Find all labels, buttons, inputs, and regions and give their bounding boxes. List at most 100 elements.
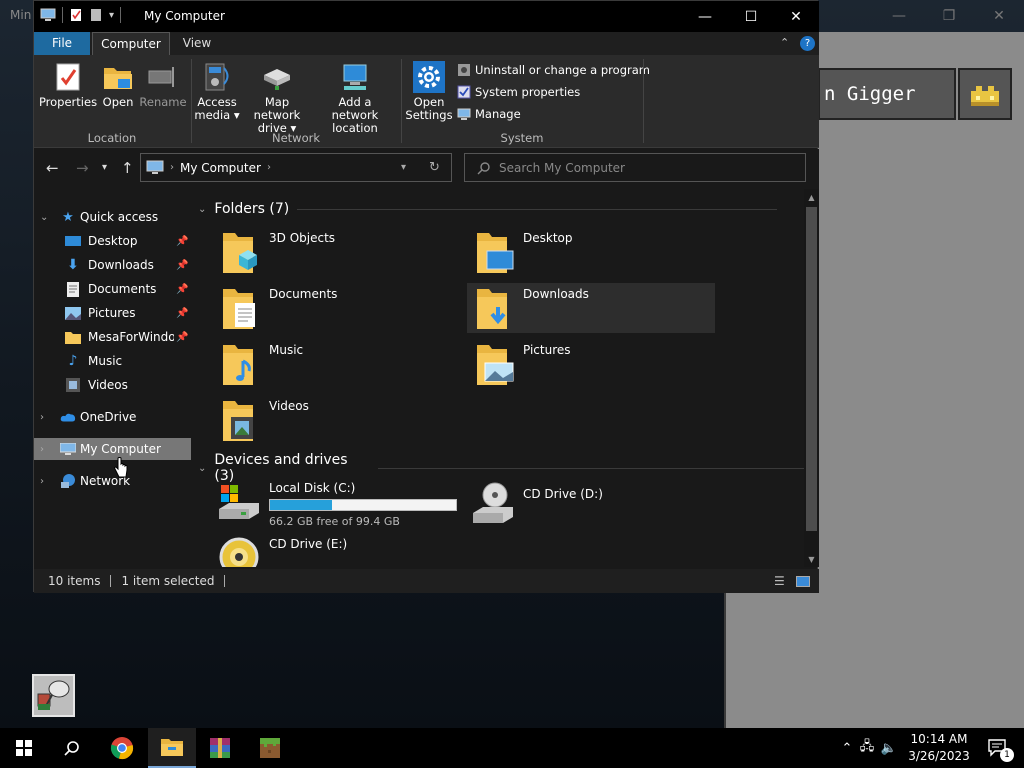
forward-arrow-icon[interactable]: →: [76, 159, 89, 177]
downloads-folder-icon: [477, 289, 507, 329]
chevron-down-icon[interactable]: ⌄: [198, 204, 206, 215]
drive-local-disk-c[interactable]: Local Disk (C:) 66.2 GB free of 99.4 GB: [213, 477, 461, 528]
restore-icon[interactable]: ❐: [924, 0, 974, 32]
back-arrow-icon[interactable]: ←: [46, 159, 59, 177]
sidebar-item-music[interactable]: ♪ Music: [34, 350, 191, 372]
folder-downloads[interactable]: Downloads: [467, 283, 715, 333]
pin-icon[interactable]: 📌: [176, 236, 188, 247]
rename-button[interactable]: Rename: [138, 61, 188, 109]
sidebar-item-my-computer[interactable]: › My Computer: [34, 438, 191, 460]
sidebar-item-quick-access[interactable]: ⌄ ★ Quick access: [34, 206, 191, 228]
title-bar[interactable]: ▾ My Computer — ☐ ✕: [34, 1, 819, 32]
scrollbar-thumb[interactable]: [806, 207, 817, 531]
sidebar-item-pictures[interactable]: Pictures 📌: [34, 302, 191, 324]
maximize-button[interactable]: ☐: [728, 1, 774, 32]
sidebar-item-videos[interactable]: Videos: [34, 374, 191, 396]
folder-videos[interactable]: Videos: [213, 395, 461, 445]
manage-button[interactable]: Manage: [457, 107, 521, 121]
drive-cd-e[interactable]: CD Drive (E:): [213, 533, 461, 567]
crown-button[interactable]: [958, 68, 1012, 120]
tab-computer[interactable]: Computer: [92, 32, 170, 55]
chrome-taskbar-button[interactable]: [98, 728, 146, 768]
desktop-shortcut-icon[interactable]: [32, 674, 75, 717]
folder-label: Pictures: [523, 343, 571, 357]
up-arrow-icon[interactable]: ↑: [121, 159, 134, 177]
add-network-location-button[interactable]: Add a network location: [315, 61, 395, 135]
taskbar-clock[interactable]: 10:14 AM 3/26/2023: [900, 731, 978, 765]
network-status-icon[interactable]: 🖧: [856, 737, 878, 759]
network-icon: [60, 473, 76, 489]
pin-icon[interactable]: 📌: [176, 332, 188, 343]
sidebar-item-onedrive[interactable]: › OneDrive: [34, 406, 191, 428]
close-icon[interactable]: ✕: [974, 0, 1024, 32]
help-button[interactable]: ?: [800, 36, 815, 51]
rename-label: Rename: [139, 95, 187, 109]
minimize-button[interactable]: —: [682, 1, 728, 32]
action-center-button[interactable]: 1: [978, 728, 1018, 768]
refresh-icon[interactable]: ↻: [429, 160, 440, 175]
open-settings-button[interactable]: Open Settings: [404, 61, 454, 122]
new-folder-icon[interactable]: [89, 8, 103, 22]
scroll-down-icon[interactable]: ▼: [804, 555, 819, 564]
search-box[interactable]: [464, 153, 806, 182]
winrar-taskbar-button[interactable]: [196, 728, 244, 768]
pin-icon[interactable]: 📌: [176, 260, 188, 271]
minecraft-taskbar-button[interactable]: [246, 728, 294, 768]
address-dropdown-icon[interactable]: ▾: [401, 162, 406, 173]
search-input[interactable]: [499, 160, 789, 175]
folder-desktop[interactable]: Desktop: [467, 227, 715, 277]
collapse-ribbon-icon[interactable]: ⌃: [780, 36, 789, 49]
folder-music[interactable]: Music: [213, 339, 461, 389]
system-properties-button[interactable]: System properties: [457, 85, 580, 99]
search-button[interactable]: [48, 728, 96, 768]
details-view-icon[interactable]: ☰: [774, 574, 785, 588]
properties-icon[interactable]: [69, 8, 83, 22]
tab-file[interactable]: File: [34, 32, 90, 55]
folder-documents[interactable]: Documents: [213, 283, 461, 333]
status-bar: 10 items 1 item selected ☰: [34, 569, 819, 593]
properties-button[interactable]: Properties: [39, 61, 97, 109]
folder-3d-objects[interactable]: 3D Objects: [213, 227, 461, 277]
film-icon: [65, 377, 81, 393]
minimize-icon[interactable]: —: [874, 0, 924, 32]
sidebar-item-network[interactable]: › Network: [34, 470, 191, 492]
large-icons-view-icon[interactable]: [796, 575, 810, 587]
address-path[interactable]: My Computer: [180, 161, 261, 175]
access-media-button[interactable]: Access media ▾: [194, 61, 240, 122]
file-explorer-taskbar-button[interactable]: [148, 728, 196, 768]
drive-cd-d[interactable]: CD Drive (D:): [467, 477, 715, 525]
close-button[interactable]: ✕: [773, 1, 819, 32]
selection-count: 1 item selected: [121, 574, 215, 588]
sidebar-item-mesaforwindows[interactable]: MesaForWindows 📌: [34, 326, 191, 348]
tab-view[interactable]: View: [174, 32, 220, 55]
navigation-pane: ⌄ ★ Quick access Desktop 📌 ⬇ Downloads 📌…: [34, 189, 191, 567]
pin-icon[interactable]: 📌: [176, 284, 188, 295]
pin-icon[interactable]: 📌: [176, 308, 188, 319]
map-network-drive-button[interactable]: Map network drive ▾: [241, 61, 313, 135]
folder-pictures[interactable]: Pictures: [467, 339, 715, 389]
chevron-right-icon[interactable]: ›: [40, 412, 44, 423]
address-bar[interactable]: › My Computer › ▾ ↻: [140, 153, 452, 182]
chevron-down-icon[interactable]: ⌄: [198, 463, 206, 474]
sidebar-item-downloads[interactable]: ⬇ Downloads 📌: [34, 254, 191, 276]
folders-group-header[interactable]: ⌄ Folders (7): [198, 201, 778, 217]
scroll-up-icon[interactable]: ▲: [804, 193, 819, 202]
sidebar-item-desktop[interactable]: Desktop 📌: [34, 230, 191, 252]
start-button[interactable]: [0, 728, 48, 768]
item-count: 10 items: [48, 574, 101, 588]
recent-locations-icon[interactable]: ▾: [102, 162, 107, 173]
chevron-right-icon[interactable]: ›: [40, 444, 44, 455]
breadcrumb-chevron-icon[interactable]: ›: [170, 162, 174, 173]
volume-icon[interactable]: 🔈: [878, 741, 900, 756]
show-hidden-icons-icon[interactable]: ⌃: [838, 741, 856, 756]
sidebar-item-documents[interactable]: Documents 📌: [34, 278, 191, 300]
chevron-right-icon[interactable]: ›: [40, 476, 44, 487]
customize-toolbar-icon[interactable]: ▾: [109, 10, 114, 21]
open-button[interactable]: Open: [98, 61, 138, 109]
folder-label: Desktop: [523, 231, 573, 245]
chevron-down-icon[interactable]: ⌄: [40, 212, 48, 223]
breadcrumb-chevron-icon[interactable]: ›: [267, 162, 271, 173]
vertical-scrollbar[interactable]: ▲ ▼: [804, 189, 819, 567]
uninstall-program-button[interactable]: Uninstall or change a program: [457, 63, 650, 77]
player-name-box: n Gigger: [818, 68, 956, 120]
